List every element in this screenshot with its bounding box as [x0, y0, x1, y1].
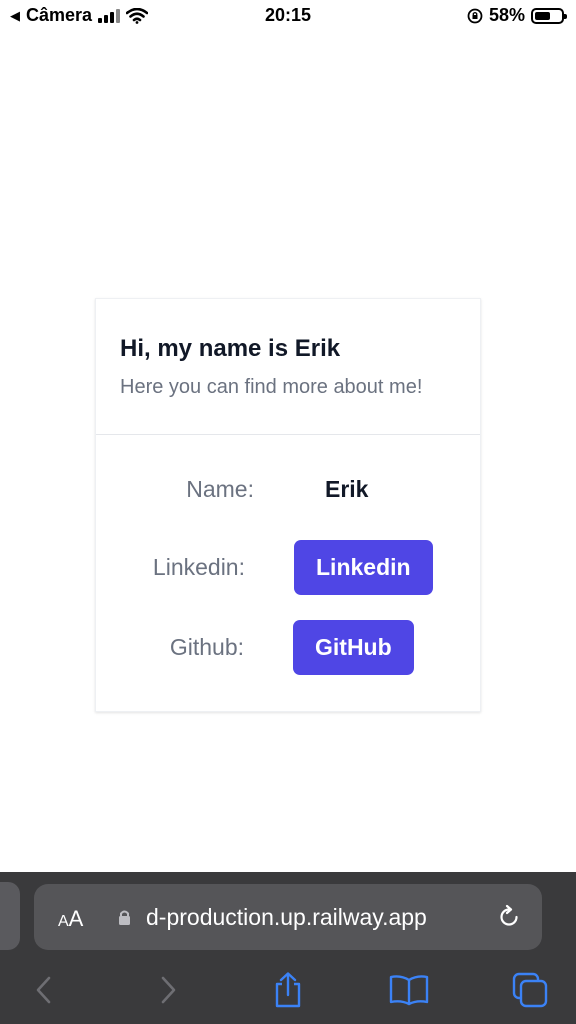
github-label: Github:	[169, 634, 244, 660]
status-right: 58%	[467, 5, 567, 26]
share-button[interactable]	[268, 970, 308, 1010]
previous-tab-peek[interactable]	[0, 882, 20, 950]
share-icon	[275, 972, 301, 1008]
address-bar[interactable]: AA d-production.up.railway.app	[34, 884, 542, 950]
back-button[interactable]	[24, 970, 64, 1010]
card-title: Hi, my name is Erik	[120, 335, 341, 362]
bookmarks-button[interactable]	[389, 970, 429, 1010]
forward-button[interactable]	[148, 970, 188, 1010]
github-button[interactable]: GitHub	[293, 620, 414, 675]
linkedin-label: Linkedin:	[152, 554, 245, 580]
tabs-button[interactable]	[510, 970, 550, 1010]
battery-level	[535, 11, 550, 20]
battery-icon	[531, 7, 567, 24]
card-body: Name: Erik Linkedin: Linkedin Github: Gi…	[96, 435, 480, 711]
name-label: Name:	[186, 476, 254, 502]
github-row: Github: GitHub	[96, 620, 482, 676]
bookmarks-icon	[389, 975, 429, 1006]
back-arrow-icon	[36, 976, 51, 1004]
url-text: d-production.up.railway.app	[146, 904, 427, 930]
forward-arrow-icon	[161, 976, 176, 1004]
card-subtitle: Here you can find more about me!	[120, 376, 423, 398]
battery-percent: 58%	[488, 5, 525, 25]
linkedin-row: Linkedin: Linkedin	[96, 540, 482, 596]
text-size-button[interactable]: AA	[58, 906, 83, 932]
linkedin-button[interactable]: Linkedin	[294, 540, 433, 595]
orientation-lock-icon	[467, 8, 483, 23]
browser-nav-row	[0, 970, 576, 1012]
reload-icon[interactable]	[496, 904, 522, 930]
name-value: Erik	[325, 476, 369, 502]
profile-card: Hi, my name is Erik Here you can find mo…	[95, 298, 481, 712]
tabs-icon	[512, 972, 548, 1008]
browser-toolbar: AA d-production.up.railway.app	[0, 872, 576, 1024]
card-header: Hi, my name is Erik Here you can find mo…	[96, 299, 480, 435]
lock-icon	[119, 910, 130, 925]
status-bar: ◀ Câmera 20:15 58%	[0, 0, 576, 34]
